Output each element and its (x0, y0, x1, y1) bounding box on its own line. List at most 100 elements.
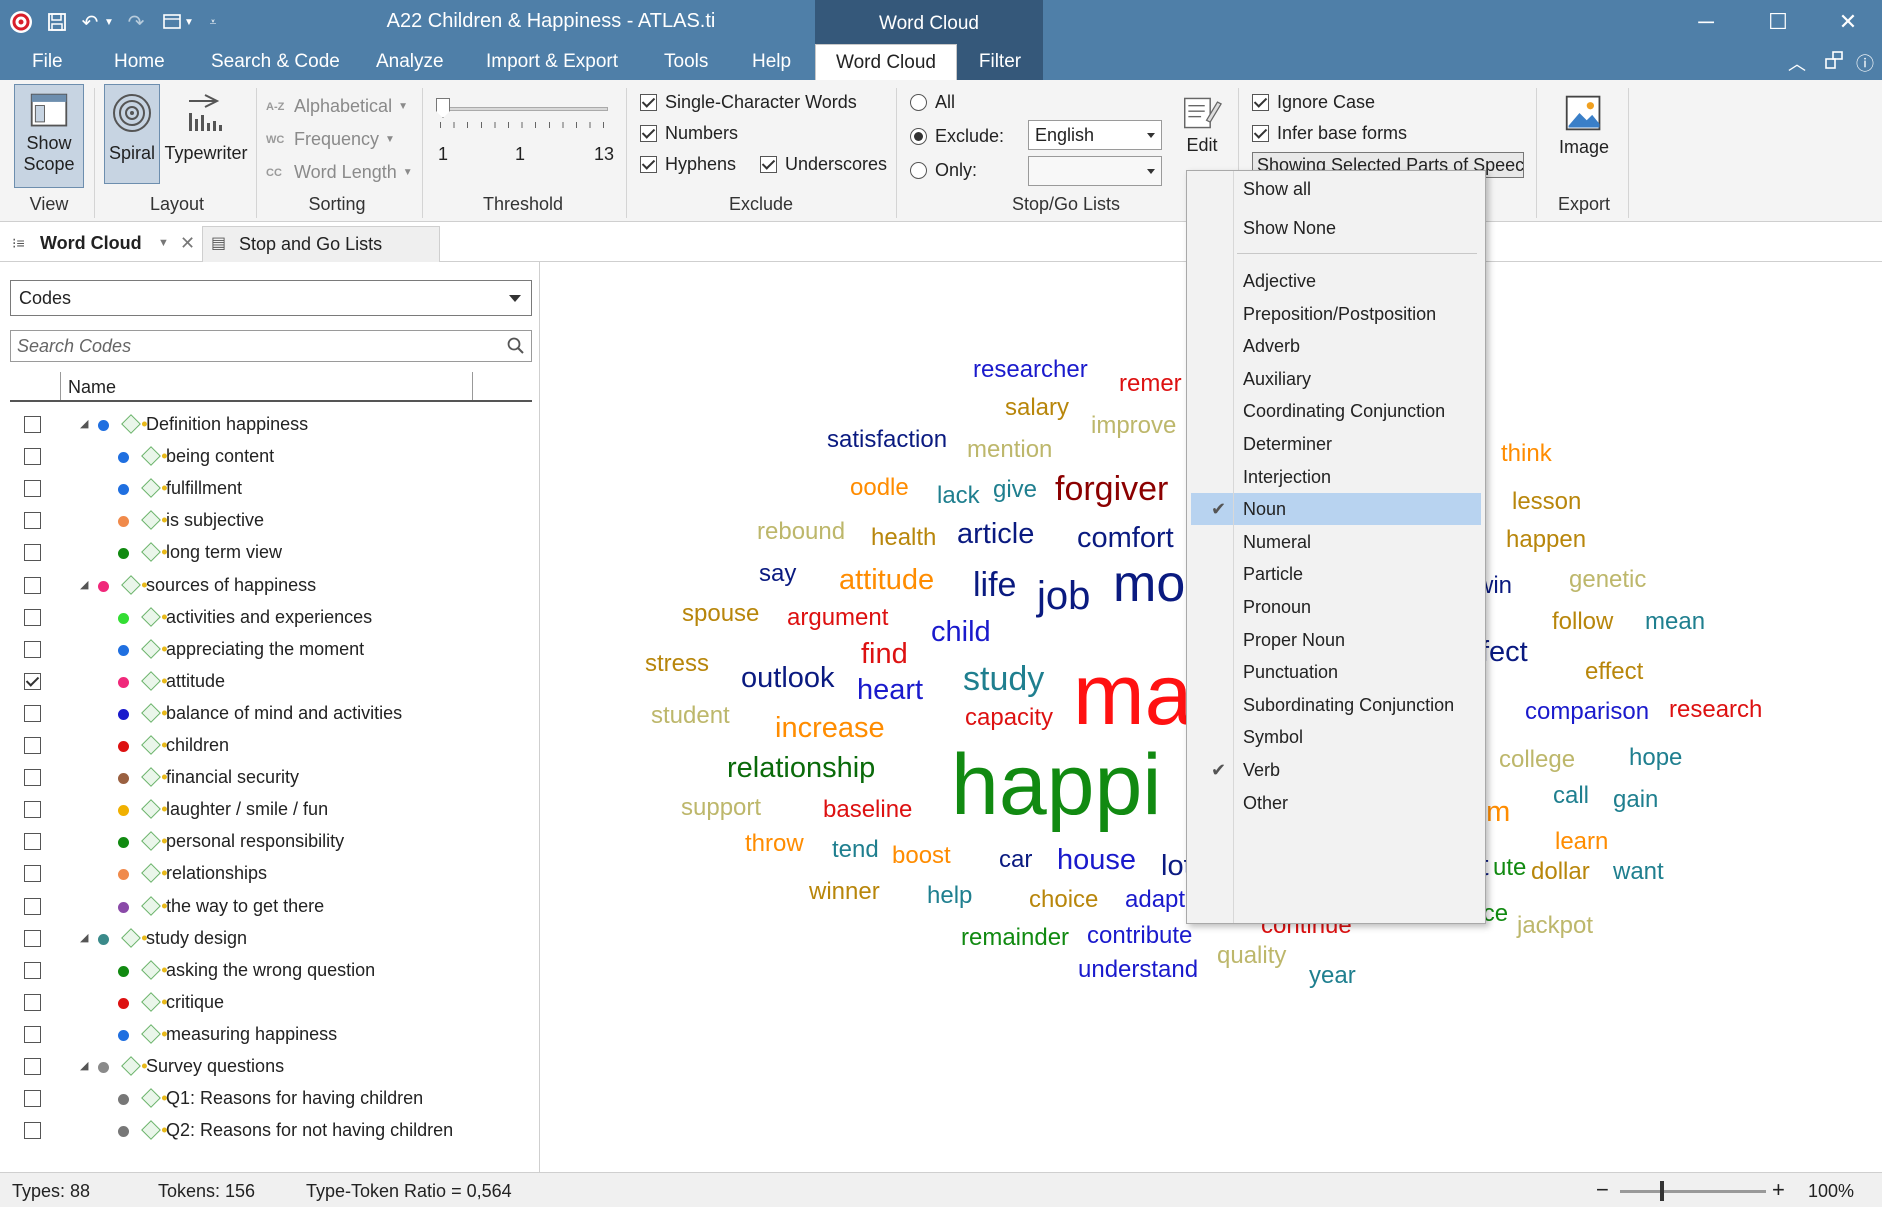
code-row[interactable]: children (0, 729, 540, 761)
edit-list-button[interactable]: Edit (1176, 84, 1228, 164)
cloud-word[interactable]: argument (787, 606, 888, 630)
cloud-word[interactable]: throw (745, 832, 804, 856)
menu-pos-item[interactable]: Subordinating Conjunction (1191, 689, 1481, 721)
cloud-word[interactable]: follow (1552, 610, 1613, 634)
code-row[interactable]: activities and experiences (0, 601, 540, 633)
search-codes-input[interactable]: Search Codes (10, 330, 532, 362)
cloud-word[interactable]: lesson (1512, 490, 1581, 514)
code-row[interactable]: attitude (0, 665, 540, 697)
cloud-word[interactable]: child (931, 618, 991, 647)
code-row[interactable]: asking the wrong question (0, 954, 540, 986)
code-checkbox[interactable] (24, 480, 41, 498)
code-checkbox[interactable] (24, 993, 41, 1011)
cloud-word[interactable]: car (999, 848, 1032, 872)
code-checkbox[interactable] (24, 704, 41, 722)
tab-search-code[interactable]: Search & Code (197, 44, 354, 80)
cloud-word[interactable]: comparison (1525, 700, 1649, 724)
zoom-out-icon[interactable]: − (1596, 1177, 1609, 1203)
cloud-word[interactable]: boost (892, 844, 951, 868)
cloud-word[interactable]: heart (857, 676, 923, 705)
code-checkbox[interactable] (24, 544, 41, 562)
entity-type-select[interactable]: Codes (10, 280, 532, 316)
cloud-word[interactable]: hope (1629, 746, 1682, 770)
expand-triangle-icon[interactable]: ◢ (80, 408, 88, 440)
zoom-slider[interactable] (1620, 1190, 1766, 1193)
numbers-checkbox[interactable]: Numbers (640, 123, 738, 144)
menu-pos-item[interactable]: Proper Noun (1191, 624, 1481, 656)
tab-import-export[interactable]: Import & Export (472, 44, 632, 80)
cloud-word[interactable]: tend (832, 838, 879, 862)
code-row[interactable]: Q1: Reasons for having children (0, 1082, 540, 1114)
menu-pos-item[interactable]: Other (1191, 787, 1481, 819)
tab-menu-chevron-icon[interactable]: ▼ (158, 226, 169, 260)
expand-triangle-icon[interactable]: ◢ (80, 1050, 88, 1082)
layout-icon[interactable] (1824, 50, 1844, 76)
cloud-word[interactable]: ma (1073, 652, 1192, 738)
cloud-word[interactable]: salary (1005, 396, 1069, 420)
code-row[interactable]: being content (0, 440, 540, 472)
code-checkbox[interactable] (24, 448, 41, 466)
cloud-word[interactable]: baseline (823, 798, 912, 822)
stoplist-all-radio[interactable]: All (910, 92, 955, 113)
ignore-case-checkbox[interactable]: Ignore Case (1252, 92, 1375, 113)
cloud-word[interactable]: outlook (741, 664, 835, 693)
cloud-word[interactable]: mo (1113, 558, 1185, 610)
code-checkbox[interactable] (24, 640, 41, 658)
cloud-word[interactable]: student (651, 704, 730, 728)
cloud-word[interactable]: find (861, 640, 908, 669)
code-row[interactable]: Q2: Reasons for not having children (0, 1114, 540, 1146)
sort-frequency-button[interactable]: WC Frequency ▼ (266, 129, 395, 150)
code-checkbox[interactable] (24, 1058, 41, 1075)
cloud-word[interactable]: remainder (961, 926, 1069, 950)
cloud-word[interactable]: comfort (1077, 524, 1174, 553)
code-row[interactable]: relationships (0, 857, 540, 889)
cloud-word[interactable]: think (1501, 442, 1552, 466)
code-checkbox[interactable] (24, 865, 41, 883)
cloud-word[interactable]: life (973, 568, 1016, 602)
cloud-word[interactable]: support (681, 796, 761, 820)
cloud-word[interactable]: mention (967, 438, 1052, 462)
cloud-word[interactable]: happi (951, 742, 1161, 828)
collapse-ribbon-icon[interactable]: ︿ (1788, 50, 1806, 76)
sort-word-length-button[interactable]: CC Word Length ▼ (266, 162, 413, 183)
code-row[interactable]: critique (0, 986, 540, 1018)
zoom-slider-thumb[interactable] (1660, 1181, 1664, 1201)
code-checkbox[interactable] (24, 672, 41, 690)
exclude-list-select[interactable]: English (1028, 120, 1162, 150)
cloud-word[interactable]: contribute (1087, 924, 1192, 948)
cloud-word[interactable]: article (957, 520, 1034, 549)
code-checkbox[interactable] (24, 1090, 41, 1108)
code-checkbox[interactable] (24, 1025, 41, 1043)
cloud-word[interactable]: want (1613, 860, 1664, 884)
code-checkbox[interactable] (24, 608, 41, 626)
cloud-word[interactable]: capacity (965, 706, 1053, 730)
cloud-word[interactable]: fect (1481, 638, 1528, 667)
menu-pos-item[interactable]: Punctuation (1191, 656, 1481, 688)
menu-pos-item[interactable]: Adverb (1191, 330, 1481, 362)
cloud-word[interactable]: effect (1585, 660, 1643, 684)
tab-analyze[interactable]: Analyze (362, 44, 458, 80)
menu-pos-item[interactable]: ✔ Noun (1191, 493, 1481, 526)
cloud-word[interactable]: relationship (727, 754, 875, 783)
tab-word-cloud[interactable]: Word Cloud (815, 44, 957, 80)
single-char-words-checkbox[interactable]: Single-Character Words (640, 92, 857, 113)
menu-pos-item[interactable]: Particle (1191, 558, 1481, 590)
cloud-word[interactable]: genetic (1569, 568, 1646, 592)
cloud-word[interactable]: say (759, 562, 796, 586)
code-checkbox[interactable] (24, 576, 41, 594)
help-circle-icon[interactable]: ⓘ (1856, 50, 1874, 76)
code-checkbox[interactable] (24, 833, 41, 851)
code-row[interactable]: fulfillment (0, 472, 540, 504)
code-group-row[interactable]: ◢ Survey questions (0, 1050, 540, 1082)
code-row[interactable]: laughter / smile / fun (0, 793, 540, 825)
tab-tools[interactable]: Tools (650, 44, 722, 80)
stoplist-only-radio[interactable]: Only: (910, 160, 977, 181)
cloud-word[interactable]: college (1499, 748, 1575, 772)
cloud-word[interactable]: researcher (973, 358, 1088, 382)
cloud-word[interactable]: study (963, 662, 1044, 696)
code-checkbox[interactable] (24, 801, 41, 819)
export-image-button[interactable]: Image (1548, 84, 1620, 164)
tab-file[interactable]: File (18, 44, 77, 80)
code-checkbox[interactable] (24, 512, 41, 530)
expand-triangle-icon[interactable]: ◢ (80, 922, 88, 954)
